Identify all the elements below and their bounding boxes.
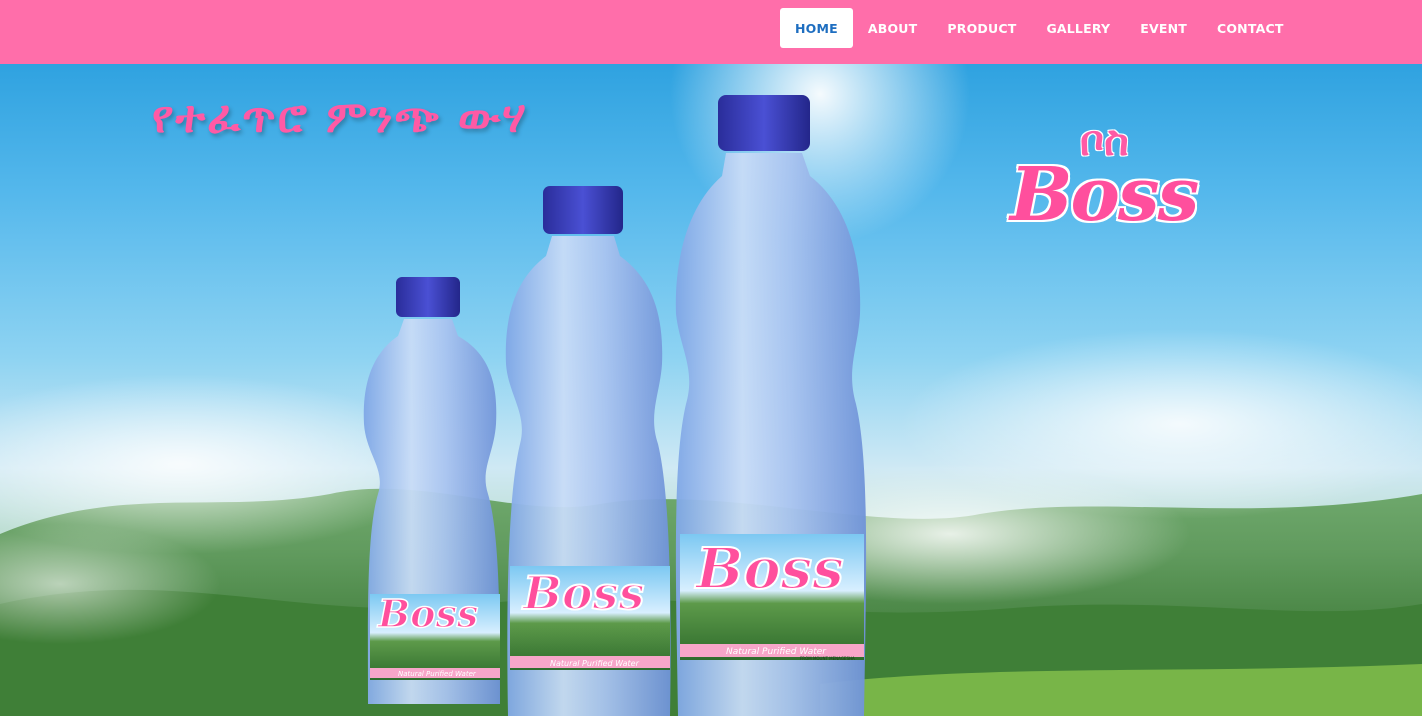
- nav-about[interactable]: ABOUT: [853, 8, 933, 48]
- hero-headline: የተፈጥሮ ምንጭ ውሃ: [152, 92, 528, 143]
- nav-contact[interactable]: CONTACT: [1202, 8, 1299, 48]
- bottle-medium-tagline: Natural Purified Water: [550, 659, 640, 668]
- bottle-small: Boss Natural Purified Water: [363, 277, 500, 704]
- hero-banner: Boss Natural Purified Water Boss Natural…: [0, 64, 1422, 716]
- bottle-small-brand: Boss: [377, 591, 478, 636]
- nav-event[interactable]: EVENT: [1125, 8, 1202, 48]
- nav-gallery[interactable]: GALLERY: [1031, 8, 1125, 48]
- bottle-small-tagline: Natural Purified Water: [398, 670, 477, 678]
- bottle-large-origin: FROM MOUNT MENAGESHA: [800, 656, 855, 661]
- nav-product[interactable]: PRODUCT: [932, 8, 1031, 48]
- nav-home[interactable]: HOME: [780, 8, 853, 48]
- bottle-medium-brand: Boss: [521, 566, 644, 620]
- main-nav: HOME ABOUT PRODUCT GALLERY EVENT CONTACT: [780, 8, 1299, 48]
- bottle-large-brand: Boss: [694, 536, 844, 602]
- brand-logo: ቦስ Boss: [1010, 116, 1215, 238]
- brand-logo-latin: Boss: [1010, 152, 1199, 238]
- top-navbar: HOME ABOUT PRODUCT GALLERY EVENT CONTACT: [0, 0, 1422, 64]
- bottle-medium: Boss Natural Purified Water: [505, 186, 671, 716]
